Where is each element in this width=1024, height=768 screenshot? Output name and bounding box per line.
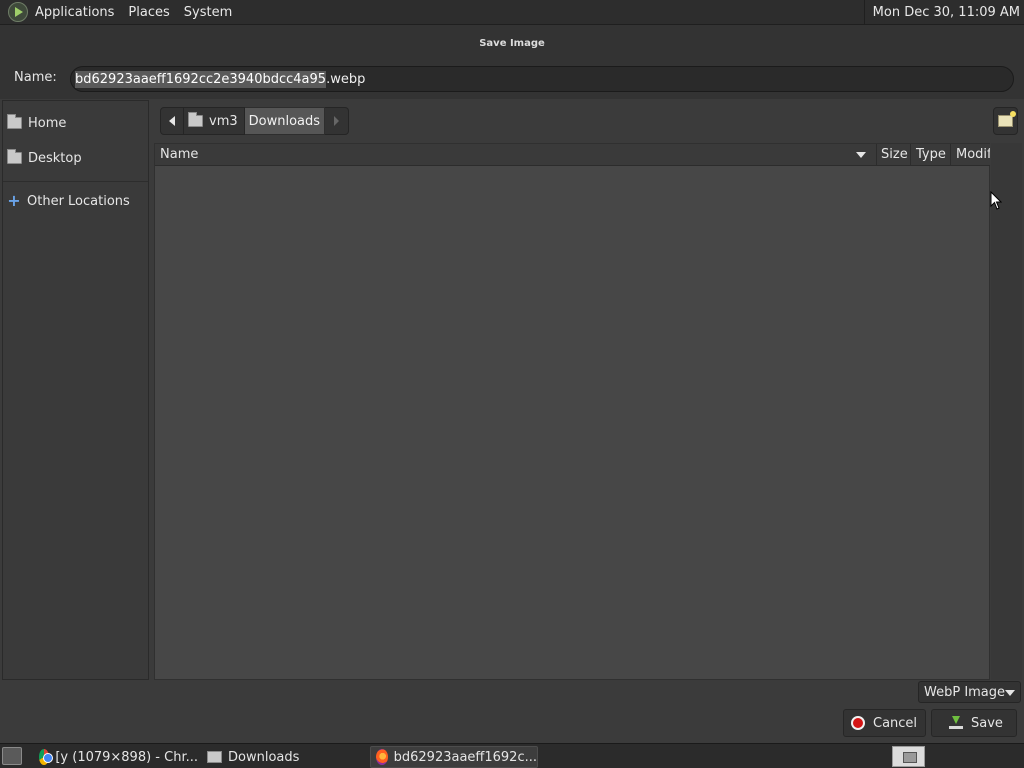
taskbar-item-label: [y (1079×898) - Chr... bbox=[55, 749, 198, 765]
folder-icon bbox=[207, 751, 222, 763]
create-folder-button[interactable] bbox=[993, 107, 1018, 135]
taskbar-item-downloads[interactable]: Downloads bbox=[202, 746, 362, 768]
path-back-button[interactable] bbox=[160, 107, 184, 135]
path-segment-label: Downloads bbox=[248, 113, 321, 129]
path-segment-vm3[interactable]: vm3 bbox=[184, 107, 245, 135]
filename-extension: .webp bbox=[326, 71, 366, 87]
sidebar-item-other-locations[interactable]: + Other Locations bbox=[7, 191, 130, 211]
sort-descending-icon bbox=[856, 152, 866, 158]
name-label: Name: bbox=[14, 70, 57, 85]
taskbar-item-chrome[interactable]: [y (1079×898) - Chr... bbox=[34, 746, 198, 768]
firefox-icon bbox=[376, 749, 388, 765]
sidebar-divider bbox=[3, 181, 148, 182]
taskbar-item-firefox[interactable]: bd62923aaeff1692c... bbox=[370, 746, 538, 768]
file-list-header: Name Size Type Modif bbox=[155, 144, 990, 166]
filename-input[interactable]: bd62923aaeff1692cc2e3940bdcc4a95 .webp bbox=[70, 66, 1014, 92]
clock[interactable]: Mon Dec 30, 11:09 AM bbox=[863, 0, 1024, 25]
places-sidebar: Home Desktop + Other Locations bbox=[2, 100, 149, 680]
file-type-filter[interactable]: WebP Image bbox=[918, 681, 1021, 703]
sidebar-item-label: Other Locations bbox=[27, 193, 130, 209]
taskbar-item-label: Downloads bbox=[228, 749, 300, 765]
menu-places[interactable]: Places bbox=[121, 0, 176, 25]
path-forward-button[interactable] bbox=[325, 107, 350, 135]
cancel-button[interactable]: Cancel bbox=[843, 709, 926, 737]
bottom-panel: [y (1079×898) - Chr... Downloads bd62923… bbox=[0, 743, 1024, 768]
save-button[interactable]: Save bbox=[931, 709, 1017, 737]
sidebar-item-label: Home bbox=[28, 115, 67, 131]
chevron-down-icon bbox=[1005, 690, 1015, 696]
workspace-switcher[interactable] bbox=[892, 746, 925, 767]
name-row: Name: bd62923aaeff1692cc2e3940bdcc4a95 .w… bbox=[0, 63, 1024, 99]
column-header-size[interactable]: Size bbox=[876, 144, 910, 166]
chevron-left-icon bbox=[169, 116, 175, 126]
plus-icon: + bbox=[7, 191, 21, 210]
show-desktop-icon[interactable] bbox=[2, 747, 22, 765]
mate-logo-icon[interactable] bbox=[8, 2, 28, 22]
column-header-modified[interactable]: Modif bbox=[950, 144, 990, 166]
column-header-type[interactable]: Type bbox=[910, 144, 950, 166]
menu-applications[interactable]: Applications bbox=[28, 0, 121, 25]
file-type-filter-value: WebP Image bbox=[924, 684, 1006, 700]
sidebar-item-home[interactable]: Home bbox=[7, 113, 66, 133]
top-panel: Applications Places System Mon Dec 30, 1… bbox=[0, 0, 1024, 25]
filename-selected-text: bd62923aaeff1692cc2e3940bdcc4a95 bbox=[75, 70, 327, 88]
download-icon bbox=[949, 716, 963, 730]
sidebar-item-label: Desktop bbox=[28, 150, 82, 166]
scroll-gutter bbox=[991, 143, 1022, 680]
cancel-button-label: Cancel bbox=[873, 715, 918, 731]
save-button-label: Save bbox=[971, 715, 1003, 731]
path-segment-label: vm3 bbox=[209, 113, 238, 129]
file-list[interactable]: Name Size Type Modif bbox=[154, 143, 990, 680]
taskbar-item-label: bd62923aaeff1692c... bbox=[393, 749, 537, 765]
dialog-title: Save Image bbox=[0, 25, 1024, 63]
top-menu: Applications Places System bbox=[28, 0, 239, 25]
home-folder-icon bbox=[188, 112, 203, 127]
home-folder-icon bbox=[7, 114, 22, 129]
path-bar: vm3 Downloads bbox=[160, 107, 350, 135]
column-header-name[interactable]: Name bbox=[160, 144, 875, 166]
cancel-icon bbox=[851, 716, 865, 730]
new-folder-icon bbox=[998, 111, 1016, 127]
chrome-icon bbox=[39, 749, 54, 765]
chevron-right-icon bbox=[334, 116, 340, 126]
desktop-folder-icon bbox=[7, 149, 22, 164]
sidebar-item-desktop[interactable]: Desktop bbox=[7, 148, 82, 168]
menu-system[interactable]: System bbox=[177, 0, 239, 25]
path-segment-downloads[interactable]: Downloads bbox=[244, 107, 326, 135]
